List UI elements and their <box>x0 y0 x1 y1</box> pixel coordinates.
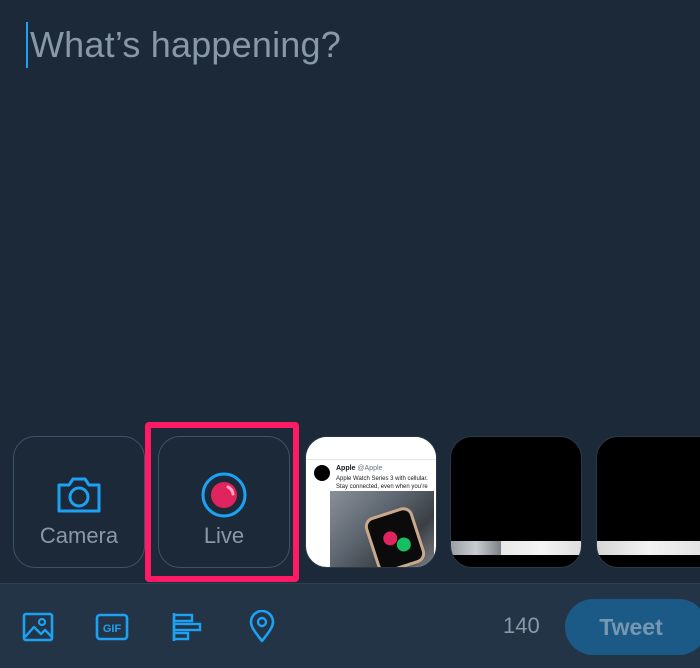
image-icon[interactable] <box>21 610 55 644</box>
text-cursor <box>26 22 28 68</box>
thumbnail-account-name: Apple <box>336 465 356 472</box>
photo-thumbnail-dark-1[interactable] <box>450 436 582 568</box>
thumbnail-account: Apple @Apple <box>336 465 382 472</box>
live-tile[interactable]: Live <box>158 436 290 568</box>
photo-thumbnail-tweet-screenshot[interactable]: Apple @Apple Apple Watch Series 3 with c… <box>305 436 437 568</box>
blurred-region <box>451 541 501 555</box>
media-picker-row[interactable]: Camera Live Apple @Apple Apple Watch Ser… <box>0 436 700 570</box>
compose-toolbar: GIF 140 Tweet <box>0 583 700 668</box>
photo-thumbnail-dark-2[interactable] <box>596 436 700 568</box>
camera-icon <box>55 475 103 520</box>
location-pin-icon[interactable] <box>245 609 279 644</box>
gif-icon[interactable]: GIF <box>95 610 129 644</box>
live-label: Live <box>203 523 245 548</box>
live-broadcast-icon <box>200 471 248 524</box>
blurred-region <box>501 541 581 555</box>
thumbnail-watch-photo <box>330 491 434 567</box>
camera-tile[interactable]: Camera <box>13 436 145 568</box>
camera-label: Camera <box>39 523 119 548</box>
watch-image <box>362 504 428 567</box>
compose-placeholder: What’s happening? <box>30 24 341 65</box>
thumbnail-top-bar <box>306 437 436 460</box>
blurred-region <box>597 541 700 555</box>
apple-avatar <box>314 465 330 481</box>
tweet-button[interactable]: Tweet <box>565 599 700 655</box>
thumbnail-account-handle: @Apple <box>357 465 383 472</box>
gif-icon-text: GIF <box>103 623 122 635</box>
poll-icon[interactable] <box>170 610 204 644</box>
compose-area[interactable]: What’s happening? <box>0 0 700 430</box>
accept-call-dot <box>395 535 413 554</box>
character-counter: 140 <box>503 613 540 638</box>
